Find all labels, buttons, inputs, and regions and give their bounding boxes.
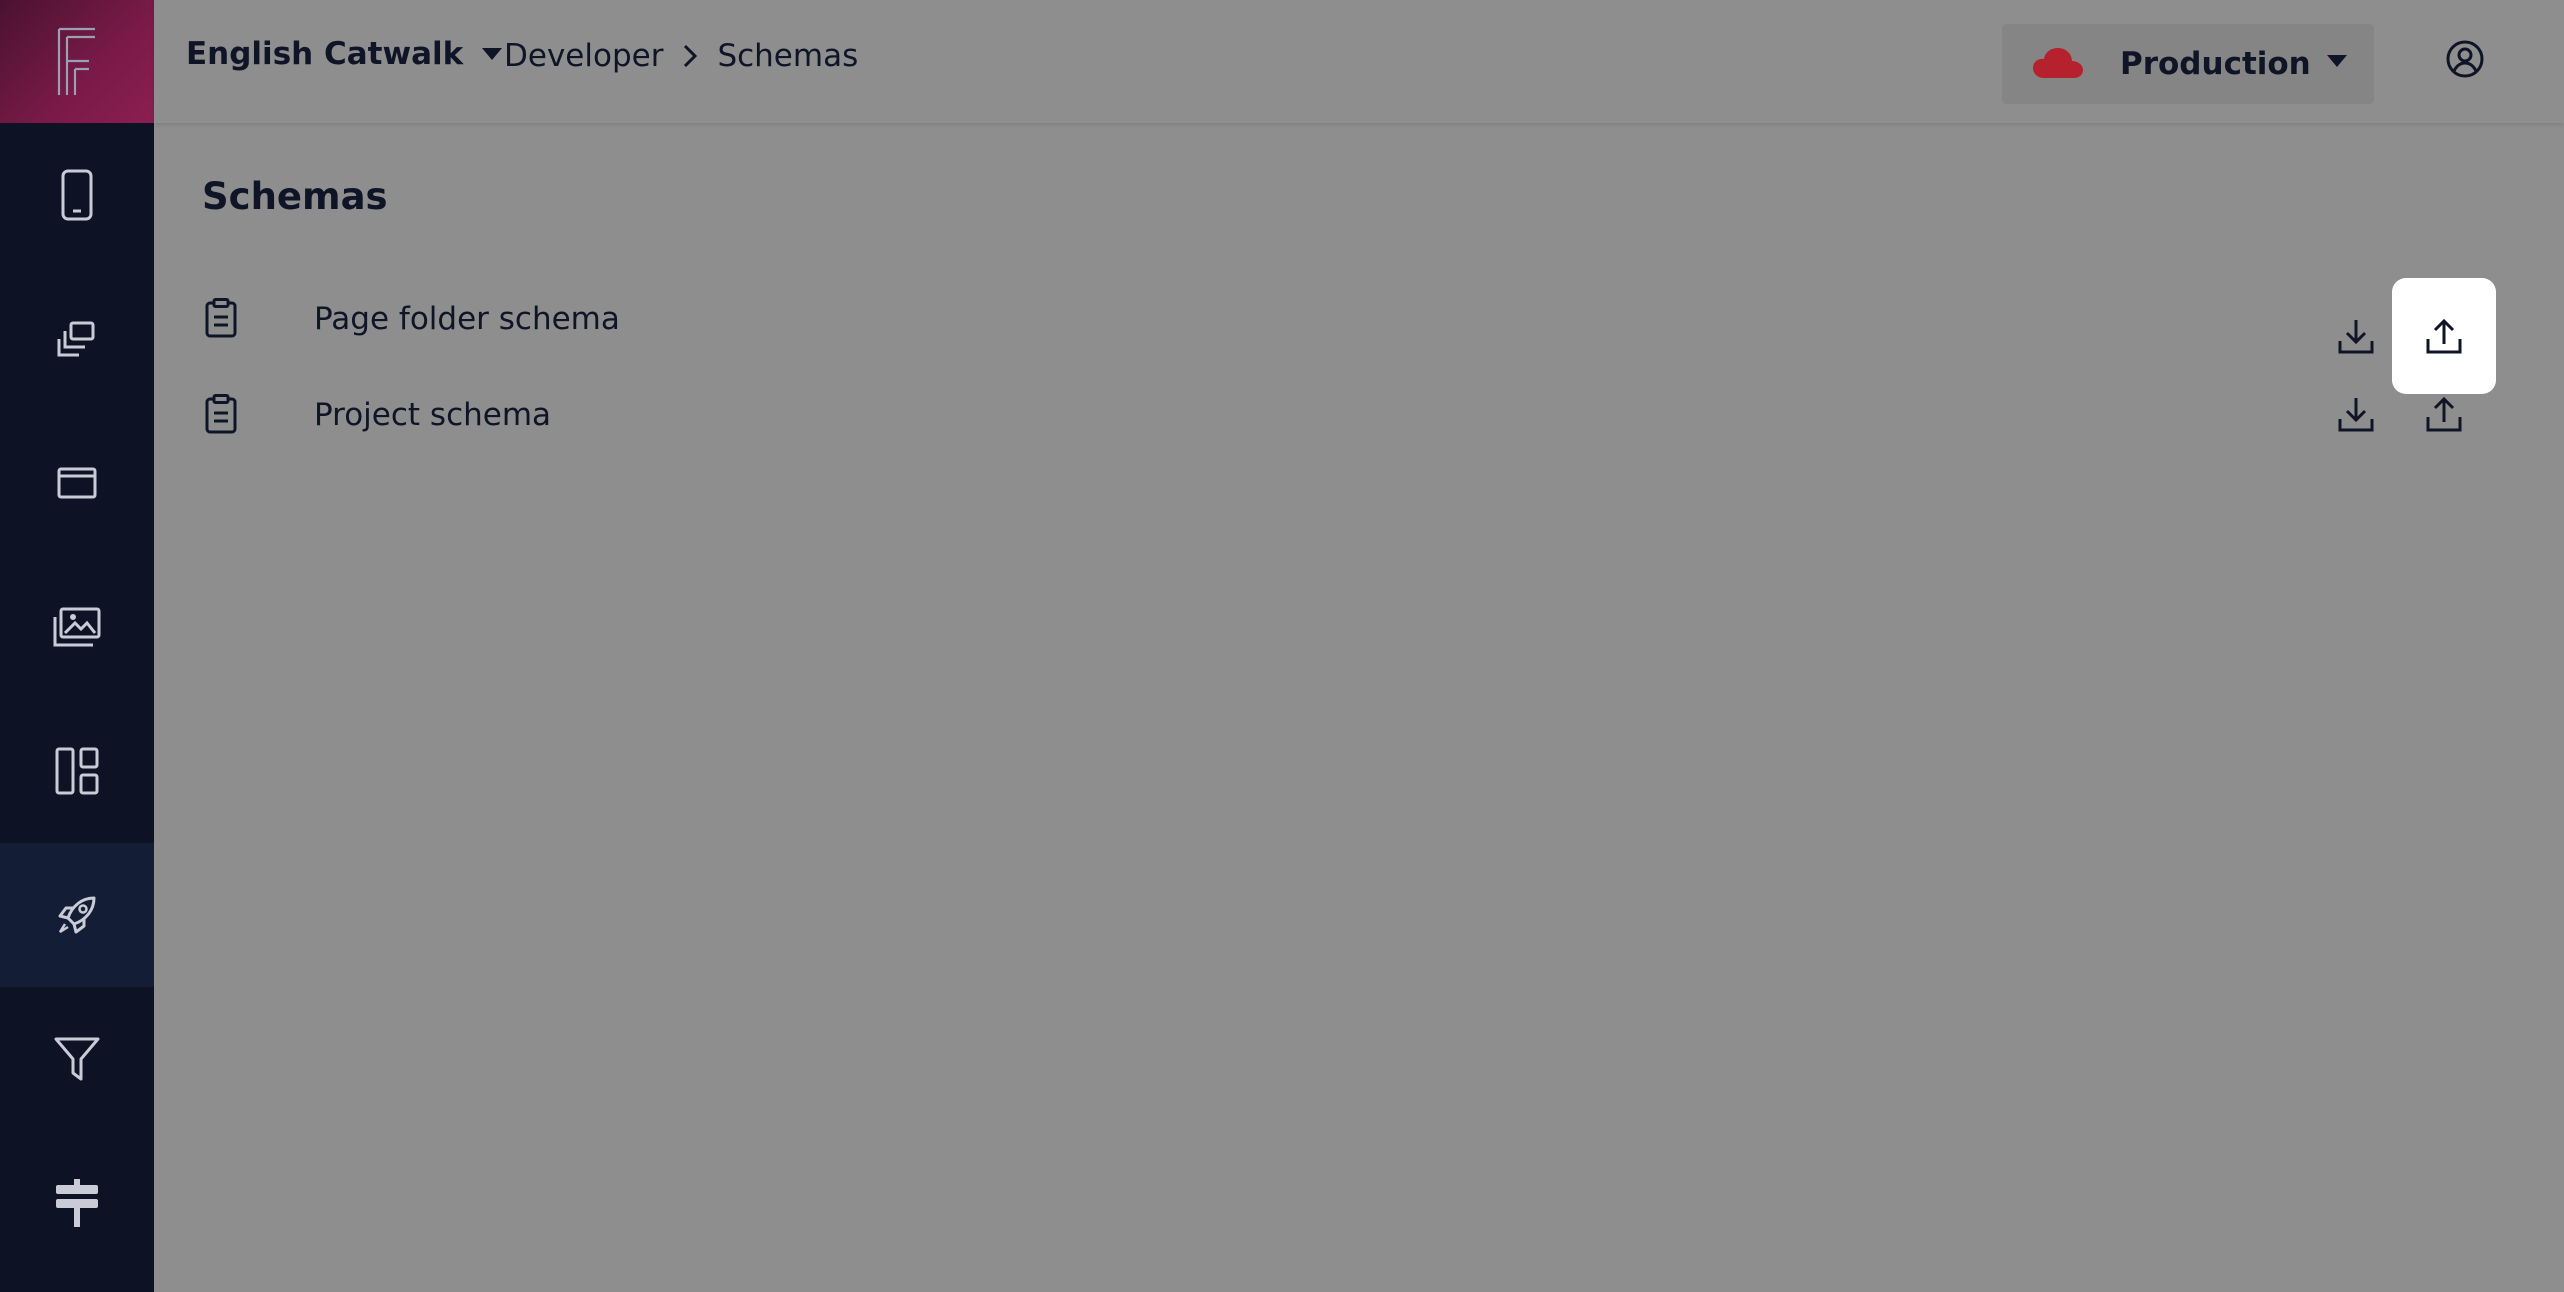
sidebar-item-developer[interactable]: [0, 843, 154, 987]
caret-down-icon: [482, 48, 503, 60]
clipboard-icon: [205, 394, 237, 434]
project-name: English Catwalk: [186, 36, 464, 72]
images-icon: [53, 607, 101, 647]
user-circle-icon: [2446, 40, 2484, 78]
upload-icon: [2426, 396, 2462, 432]
environment-label: Production: [2120, 46, 2311, 82]
upload-schema-button[interactable]: [2392, 356, 2496, 472]
user-account-button[interactable]: [2446, 40, 2484, 82]
clipboard-icon: [205, 298, 237, 338]
caret-down-icon: [2327, 55, 2347, 67]
breadcrumb: Developer Schemas: [504, 38, 858, 74]
main-content: Schemas Page folder schema Project schem…: [154, 123, 2564, 1292]
sidebar-item-layout[interactable]: [0, 699, 154, 843]
download-icon: [2338, 320, 2374, 354]
schema-row-project[interactable]: Project schema: [154, 366, 2564, 462]
cloud-icon: [2033, 48, 2083, 78]
filter-icon: [54, 1037, 100, 1081]
sidebar: [0, 0, 154, 1292]
sidebar-item-mobile[interactable]: [0, 123, 154, 267]
frontastic-logo-icon: [57, 27, 95, 95]
breadcrumb-developer[interactable]: Developer: [504, 38, 663, 74]
schema-label: Page folder schema: [314, 301, 620, 337]
sidebar-item-filter[interactable]: [0, 987, 154, 1131]
window-icon: [57, 467, 97, 499]
upload-icon: [2426, 318, 2462, 354]
logo[interactable]: [0, 0, 154, 123]
sidebar-item-window[interactable]: [0, 411, 154, 555]
signpost-icon: [56, 1179, 98, 1227]
sidebar-item-copy[interactable]: [0, 267, 154, 411]
schema-row-page-folder[interactable]: Page folder schema: [154, 270, 2564, 394]
download-icon: [2338, 398, 2374, 432]
project-selector[interactable]: English Catwalk: [186, 36, 503, 72]
sidebar-item-signpost[interactable]: [0, 1131, 154, 1275]
copy-icon: [57, 321, 95, 357]
app-root: English Catwalk Developer Schemas Produc…: [0, 0, 2564, 1292]
schema-label: Project schema: [314, 397, 552, 433]
layout-icon: [55, 747, 99, 795]
page-title: Schemas: [202, 175, 388, 218]
breadcrumb-schemas: Schemas: [717, 38, 859, 74]
mobile-icon: [61, 169, 93, 221]
rocket-icon: [58, 896, 96, 934]
sidebar-item-images[interactable]: [0, 555, 154, 699]
top-bar: English Catwalk Developer Schemas Produc…: [154, 0, 2564, 123]
environment-selector[interactable]: Production: [2002, 24, 2374, 104]
chevron-right-icon: [684, 44, 698, 68]
